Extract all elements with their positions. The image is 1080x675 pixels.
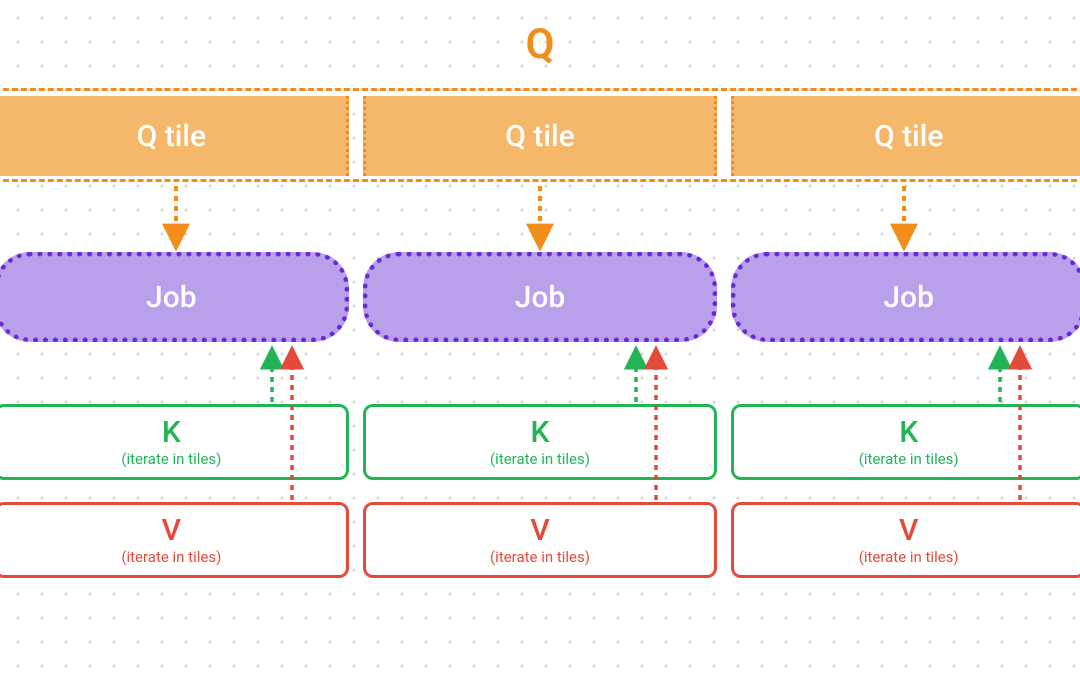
job-1: Job	[363, 252, 718, 342]
k-box-2: K (iterate in tiles)	[731, 404, 1080, 480]
qtile-row: Q tile Q tile Q tile	[0, 96, 1080, 176]
k-label: K	[899, 416, 918, 451]
qtile-2: Q tile	[731, 96, 1080, 176]
v-row: V (iterate in tiles) V (iterate in tiles…	[0, 502, 1080, 578]
v-label: V	[899, 514, 918, 549]
q-title: Q	[0, 20, 1080, 69]
v-label: V	[530, 514, 549, 549]
k-box-1: K (iterate in tiles)	[363, 404, 718, 480]
k-label: K	[531, 416, 550, 451]
k-sub: (iterate in tiles)	[490, 451, 590, 468]
k-row: K (iterate in tiles) K (iterate in tiles…	[0, 404, 1080, 480]
k-sub: (iterate in tiles)	[121, 451, 221, 468]
job-2: Job	[731, 252, 1080, 342]
v-box-1: V (iterate in tiles)	[363, 502, 718, 578]
v-sub: (iterate in tiles)	[121, 549, 221, 566]
v-label: V	[162, 514, 181, 549]
k-sub: (iterate in tiles)	[859, 451, 959, 468]
v-box-2: V (iterate in tiles)	[731, 502, 1080, 578]
job-0: Job	[0, 252, 349, 342]
k-box-0: K (iterate in tiles)	[0, 404, 349, 480]
qtile-1: Q tile	[363, 96, 718, 176]
qtile-0: Q tile	[0, 96, 349, 176]
job-row: Job Job Job	[0, 252, 1080, 342]
v-sub: (iterate in tiles)	[859, 549, 959, 566]
v-box-0: V (iterate in tiles)	[0, 502, 349, 578]
k-label: K	[162, 416, 181, 451]
v-sub: (iterate in tiles)	[490, 549, 590, 566]
